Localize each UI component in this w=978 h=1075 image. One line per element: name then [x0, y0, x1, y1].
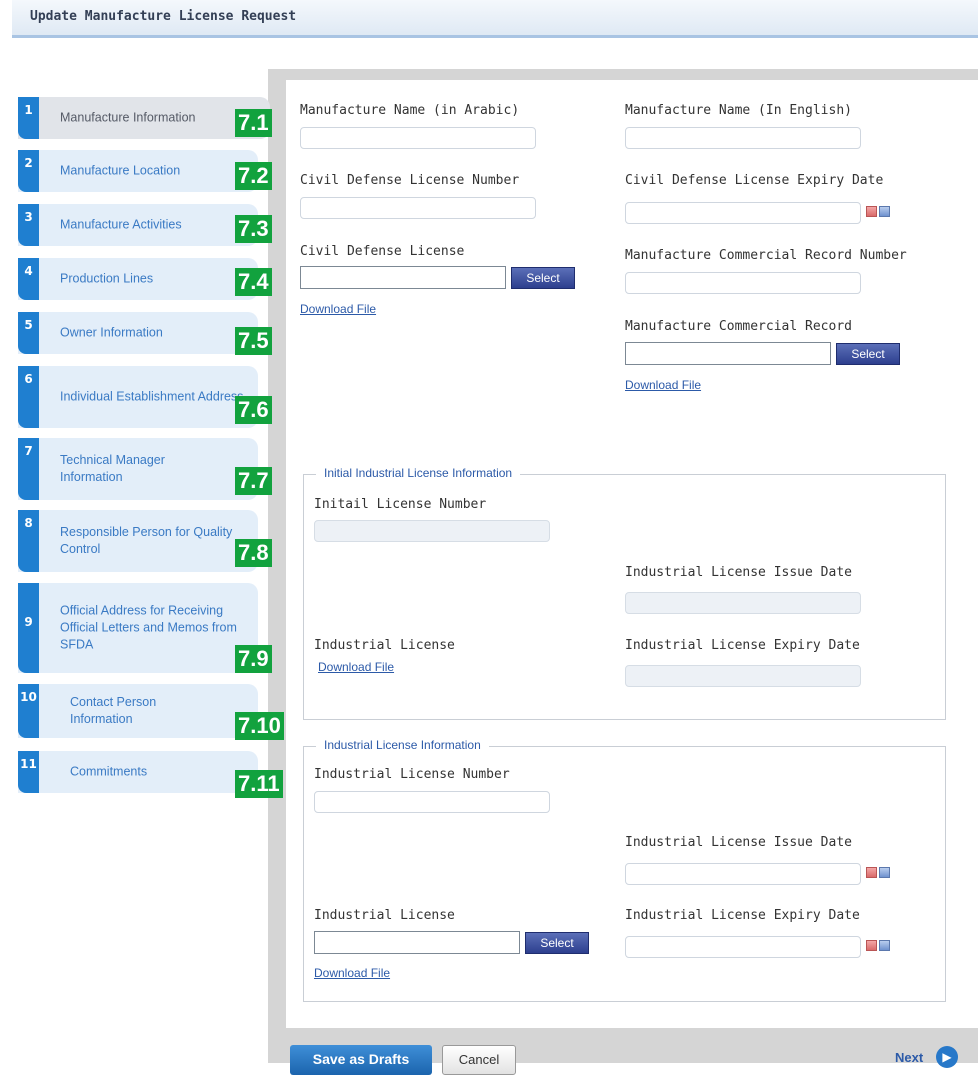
annotation-badge: 7.7	[235, 467, 272, 495]
initial-expiry-date-label: Industrial License Expiry Date	[625, 638, 860, 653]
step-number: 7	[18, 438, 39, 500]
initial-license-number-label: Initail License Number	[314, 497, 487, 512]
step-owner-information[interactable]: 5 Owner Information	[18, 312, 258, 354]
step-official-address[interactable]: 9 Official Address for Receiving Officia…	[18, 583, 258, 673]
civil-defense-download-link[interactable]: Download File	[300, 302, 376, 316]
civil-defense-license-label: Civil Defense License	[300, 244, 465, 259]
annotation-badge: 7.4	[235, 268, 272, 296]
step-number: 3	[18, 204, 39, 246]
industrial-issue-date-input[interactable]	[625, 863, 861, 885]
step-commitments[interactable]: 11 Commitments	[18, 751, 258, 793]
step-number: 6	[18, 366, 39, 428]
annotation-badge: 7.6	[235, 396, 272, 424]
annotation-badge: 7.8	[235, 539, 272, 567]
commercial-record-number-label: Manufacture Commercial Record Number	[625, 248, 907, 263]
step-number: 10	[18, 684, 39, 738]
industrial-license-number-label: Industrial License Number	[314, 767, 510, 782]
initial-issue-date-input[interactable]	[625, 592, 861, 614]
step-technical-manager-information[interactable]: 7 Technical Manager Information	[18, 438, 258, 500]
industrial-license-number-input[interactable]	[314, 791, 550, 813]
step-manufacture-location[interactable]: 2 Manufacture Location	[18, 150, 258, 192]
step-label: Individual Establishment Address	[60, 389, 244, 404]
step-number: 9	[18, 583, 39, 673]
annotation-badge: 7.5	[235, 327, 272, 355]
commercial-record-file-input[interactable]	[625, 342, 831, 365]
step-number: 1	[18, 97, 39, 139]
industrial-issue-date-label: Industrial License Issue Date	[625, 835, 852, 850]
industrial-license-legend: Industrial License Information	[316, 738, 489, 752]
step-number: 8	[18, 510, 39, 572]
commercial-record-label: Manufacture Commercial Record	[625, 319, 852, 334]
industrial-expiry-date-input[interactable]	[625, 936, 861, 958]
initial-issue-date-label: Industrial License Issue Date	[625, 565, 852, 580]
step-label: Owner Information	[60, 325, 163, 340]
step-label: Technical Manager Information	[60, 453, 165, 484]
calendar-icon[interactable]	[866, 940, 892, 954]
step-number: 2	[18, 150, 39, 192]
initial-download-link[interactable]: Download File	[318, 660, 394, 674]
step-label: Manufacture Activities	[60, 217, 182, 232]
initial-license-number-input[interactable]	[314, 520, 550, 542]
step-number: 4	[18, 258, 39, 300]
manufacture-name-arabic-label: Manufacture Name (in Arabic)	[300, 103, 520, 118]
civil-defense-number-label: Civil Defense License Number	[300, 173, 520, 188]
step-individual-establishment-address[interactable]: 6 Individual Establishment Address	[18, 366, 258, 428]
step-label: Production Lines	[60, 271, 154, 286]
commercial-record-number-input[interactable]	[625, 272, 861, 294]
civil-defense-license-file-input[interactable]	[300, 266, 506, 289]
commercial-record-download-link[interactable]: Download File	[625, 378, 701, 392]
annotation-badge: 7.11	[235, 770, 283, 798]
step-manufacture-activities[interactable]: 3 Manufacture Activities	[18, 204, 258, 246]
step-number: 5	[18, 312, 39, 354]
commercial-record-select-button[interactable]: Select	[836, 343, 900, 365]
industrial-license-select-button[interactable]: Select	[525, 932, 589, 954]
step-contact-person-information[interactable]: 10 Contact Person Information	[18, 684, 258, 738]
step-manufacture-information[interactable]: 1 Manufacture Information	[18, 97, 270, 139]
initial-industrial-license-legend: Initial Industrial License Information	[316, 466, 521, 480]
calendar-icon[interactable]	[866, 867, 892, 881]
industrial-license-file-input[interactable]	[314, 931, 520, 954]
step-label: Manufacture Information	[60, 110, 196, 125]
step-label: Contact Person Information	[70, 695, 157, 726]
initial-industrial-license-label: Industrial License	[314, 638, 455, 653]
manufacture-name-english-input[interactable]	[625, 127, 861, 149]
step-label: Responsible Person for Quality Control	[60, 525, 233, 556]
industrial-download-link[interactable]: Download File	[314, 966, 390, 980]
annotation-badge: 7.9	[235, 645, 272, 673]
step-label: Commitments	[70, 764, 148, 779]
civil-defense-expiry-input[interactable]	[625, 202, 861, 224]
annotation-badge: 7.1	[235, 109, 272, 137]
step-number: 11	[18, 751, 39, 793]
step-label: Manufacture Location	[60, 163, 181, 178]
page-title: Update Manufacture License Request	[30, 9, 297, 24]
civil-defense-number-input[interactable]	[300, 197, 536, 219]
arrow-right-icon[interactable]: ▶	[936, 1046, 958, 1068]
industrial-license-label: Industrial License	[314, 908, 455, 923]
annotation-badge: 7.3	[235, 215, 272, 243]
step-responsible-person-quality-control[interactable]: 8 Responsible Person for Quality Control	[18, 510, 258, 572]
calendar-icon[interactable]	[866, 206, 892, 220]
manufacture-name-arabic-input[interactable]	[300, 127, 536, 149]
annotation-badge: 7.10	[235, 712, 284, 740]
industrial-expiry-date-label: Industrial License Expiry Date	[625, 908, 860, 923]
initial-expiry-date-input[interactable]	[625, 665, 861, 687]
annotation-badge: 7.2	[235, 162, 272, 190]
civil-defense-select-button[interactable]: Select	[511, 267, 575, 289]
manufacture-name-english-label: Manufacture Name (In English)	[625, 103, 852, 118]
page-header: Update Manufacture License Request	[12, 0, 978, 38]
step-label: Official Address for Receiving Official …	[60, 603, 237, 652]
step-production-lines[interactable]: 4 Production Lines	[18, 258, 258, 300]
cancel-button[interactable]: Cancel	[442, 1045, 516, 1075]
civil-defense-expiry-label: Civil Defense License Expiry Date	[625, 173, 884, 188]
save-as-drafts-button[interactable]: Save as Drafts	[290, 1045, 432, 1075]
